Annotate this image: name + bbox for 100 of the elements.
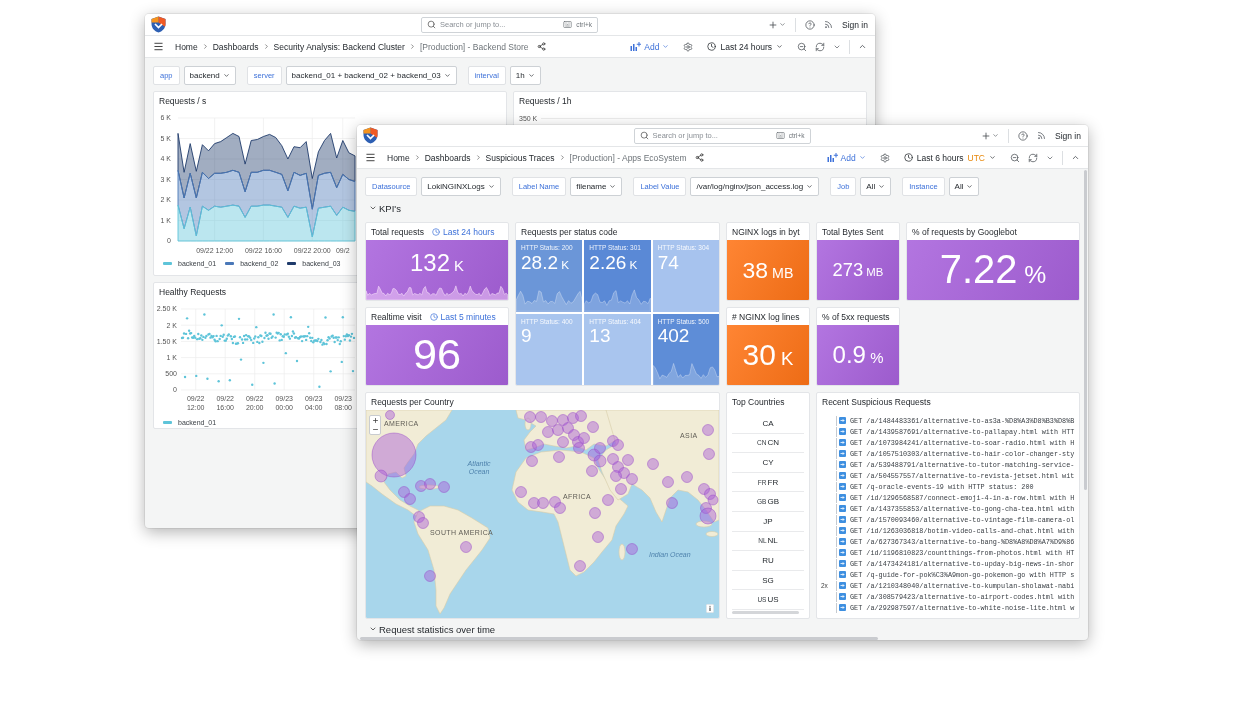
info-button[interactable]	[706, 604, 714, 613]
new-button[interactable]	[981, 130, 999, 141]
breadcrumb-link[interactable]: Home	[387, 152, 410, 163]
bubble-marker	[424, 478, 436, 490]
bubble-marker	[666, 497, 678, 509]
time-range-picker[interactable]: Last 6 hours UTC	[903, 152, 996, 163]
collapse-button[interactable]	[1071, 153, 1080, 162]
country-code: CY	[762, 458, 774, 467]
variable-dropdown[interactable]: backend	[183, 66, 236, 85]
minus-icon	[371, 426, 379, 433]
bubble-marker	[415, 480, 427, 492]
arrow-square-icon[interactable]	[839, 527, 846, 534]
stat-value: 273 MB	[832, 260, 884, 280]
breadcrumb-link[interactable]: [Production] - Backend Store	[419, 41, 529, 52]
breadcrumb-link[interactable]: [Production] - Apps EcoSystem	[569, 152, 687, 163]
help-button[interactable]	[1018, 130, 1028, 141]
zoom-in-button[interactable]	[370, 416, 380, 425]
arrow-square-icon[interactable]	[839, 428, 846, 435]
panel-title: Realtime visit	[371, 311, 422, 322]
chevron-up-icon	[1071, 153, 1080, 162]
breadcrumb-link[interactable]: Security Analysis: Backend Cluster	[273, 41, 405, 52]
bubble-marker	[578, 432, 590, 444]
clock-icon	[429, 312, 438, 321]
plus-icon	[371, 417, 379, 424]
arrow-square-icon[interactable]	[839, 593, 846, 600]
variable-dropdown[interactable]: filename	[570, 177, 623, 196]
bubble-marker	[586, 465, 598, 477]
menu-button[interactable]	[365, 152, 376, 163]
share-button[interactable]	[694, 153, 704, 162]
sign-in-link[interactable]: Sign in	[1055, 130, 1081, 141]
breadcrumb-link[interactable]: Home	[175, 41, 198, 52]
zoom-out-button[interactable]	[1010, 152, 1020, 163]
chevron-right-icon	[408, 43, 416, 50]
arrow-square-icon[interactable]	[839, 494, 846, 501]
bubble-marker	[587, 448, 601, 462]
clock-icon	[707, 42, 717, 51]
clock-icon	[903, 153, 913, 162]
arrow-square-icon[interactable]	[839, 472, 846, 479]
breadcrumb-link[interactable]: Suspicious Traces	[485, 152, 555, 163]
arrow-square-icon[interactable]	[839, 571, 846, 578]
help-button[interactable]	[805, 19, 815, 30]
stat-value: 30 K	[742, 340, 794, 370]
refresh-button[interactable]	[1028, 152, 1038, 163]
arrow-square-icon[interactable]	[839, 417, 846, 424]
row-header[interactable]: Request statistics over time	[365, 623, 1080, 635]
country-code: CN	[767, 438, 779, 448]
time-range-link[interactable]: Last 24 hours	[431, 226, 495, 237]
bubble-marker	[552, 424, 564, 436]
arrow-square-icon[interactable]	[839, 582, 846, 589]
horizontal-scrollbar[interactable]	[360, 637, 878, 640]
variable-dropdown[interactable]: All	[948, 177, 980, 196]
chevron-right-icon	[474, 154, 482, 161]
country-code: RU	[762, 555, 774, 565]
news-button[interactable]	[1037, 131, 1046, 140]
vertical-scrollbar[interactable]	[1084, 170, 1087, 490]
variable-dropdown[interactable]: LokiNGINXLogs	[421, 177, 501, 196]
add-button[interactable]: Add	[826, 152, 866, 163]
shield-logo-icon[interactable]	[363, 127, 378, 144]
shield-logo-icon[interactable]	[151, 16, 166, 33]
settings-button[interactable]	[683, 41, 694, 52]
variable-dropdown[interactable]: All	[860, 177, 892, 196]
variable-dropdown[interactable]: 1h	[509, 66, 541, 85]
bubble-marker	[532, 439, 544, 451]
bubble-marker	[554, 502, 566, 514]
zoom-out-button[interactable]	[797, 41, 807, 52]
arrow-square-icon[interactable]	[839, 439, 846, 446]
menu-button[interactable]	[153, 41, 164, 52]
arrow-square-icon[interactable]	[839, 483, 846, 490]
new-button[interactable]	[768, 19, 786, 30]
arrow-square-icon[interactable]	[839, 549, 846, 556]
arrow-square-icon[interactable]	[839, 560, 846, 567]
rss-icon	[824, 20, 833, 29]
caret-icon	[966, 183, 974, 190]
settings-button[interactable]	[879, 152, 890, 163]
variable-dropdown[interactable]: backend_01 + backend_02 + backend_03	[285, 66, 457, 85]
time-range-link[interactable]: Last 5 minutes	[429, 311, 496, 322]
chevron-right-icon	[558, 154, 566, 161]
breadcrumb-link[interactable]: Dashboards	[212, 41, 259, 52]
row-header[interactable]: KPI's	[365, 202, 1080, 214]
variable-dropdown[interactable]: /var/log/nginx/json_access.log	[690, 177, 820, 196]
refresh-button[interactable]	[815, 41, 825, 52]
arrow-square-icon[interactable]	[839, 505, 846, 512]
arrow-square-icon[interactable]	[839, 604, 846, 611]
chevron-right-icon	[413, 154, 421, 161]
share-button[interactable]	[536, 42, 546, 51]
collapse-button[interactable]	[858, 42, 867, 51]
arrow-square-icon[interactable]	[839, 450, 846, 457]
bubble-marker	[385, 410, 395, 420]
sign-in-link[interactable]: Sign in	[842, 19, 868, 30]
help-icon	[1018, 130, 1028, 141]
arrow-square-icon[interactable]	[839, 516, 846, 523]
arrow-square-icon[interactable]	[839, 538, 846, 545]
horizontal-scrollbar[interactable]	[732, 610, 799, 614]
news-button[interactable]	[824, 20, 833, 29]
arrow-square-icon[interactable]	[839, 461, 846, 468]
chevron-up-icon	[858, 42, 867, 51]
panel-title: % of 5xx requests	[822, 311, 890, 322]
add-button[interactable]: Add	[630, 41, 670, 52]
time-range-picker[interactable]: Last 24 hours	[707, 41, 783, 52]
breadcrumb-link[interactable]: Dashboards	[424, 152, 471, 163]
